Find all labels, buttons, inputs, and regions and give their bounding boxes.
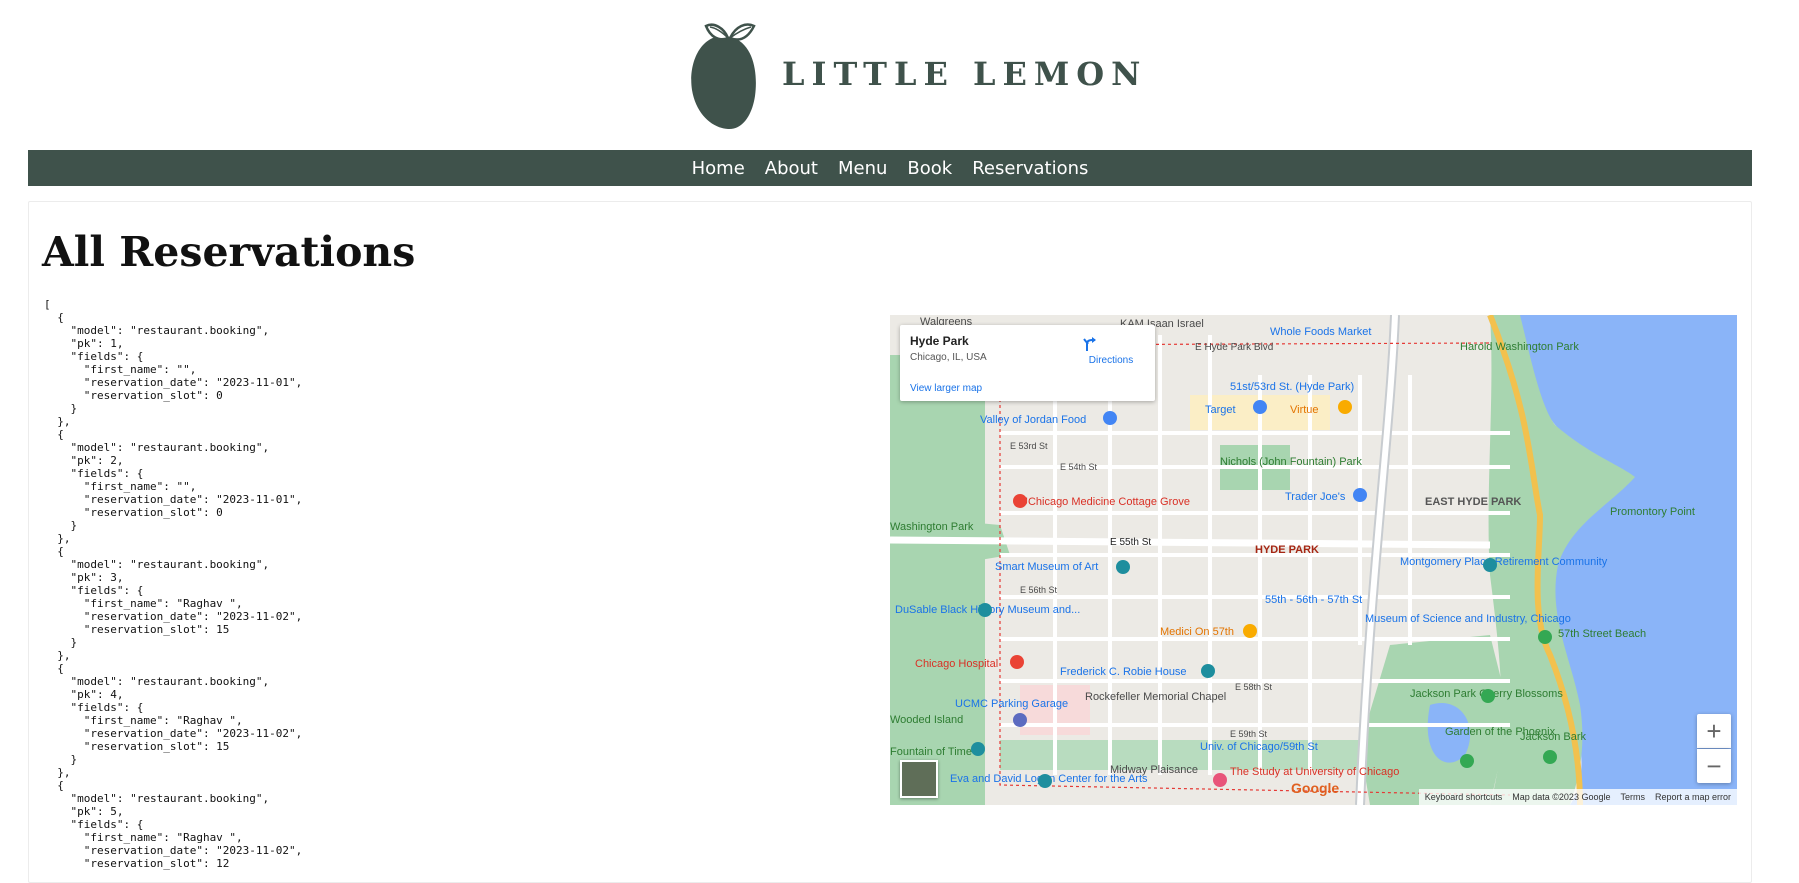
map-label: Univ. of Chicago/59th St <box>1200 741 1318 753</box>
map-label: Jackson Bark <box>1520 731 1587 743</box>
reservations-json: [ { "model": "restaurant.booking", "pk":… <box>44 298 303 870</box>
map-label: E 58th St <box>1235 682 1273 692</box>
map-label: E 56th St <box>1020 585 1058 595</box>
view-larger-map-link[interactable]: View larger map <box>910 383 982 394</box>
map-label: E 53rd St <box>1010 441 1048 451</box>
report-error-link[interactable]: Report a map error <box>1655 792 1731 802</box>
place-subtitle: Chicago, IL, USA <box>910 352 987 363</box>
map-label: The Study at University of Chicago <box>1230 766 1399 778</box>
map-label: Smart Museum of Art <box>995 561 1098 573</box>
map-attribution: Keyboard shortcuts Map data ©2023 Google… <box>1418 789 1737 805</box>
map-label: Wooded Island <box>890 714 963 726</box>
directions-button[interactable]: Directions <box>1081 335 1141 366</box>
map-label: Fountain of Time <box>890 746 972 758</box>
map-label: 57th Street Beach <box>1558 628 1646 640</box>
map-label: 55th - 56th - 57th St <box>1265 594 1362 606</box>
map-label: E 59th St <box>1230 729 1268 739</box>
main-nav: Home About Menu Book Reservations <box>28 150 1752 186</box>
zoom-in-button[interactable]: + <box>1697 714 1731 748</box>
map-label: Target <box>1205 404 1236 416</box>
zoom-out-button[interactable]: − <box>1697 749 1731 783</box>
nav-about[interactable]: About <box>764 158 819 179</box>
keyboard-shortcuts-link[interactable]: Keyboard shortcuts <box>1425 792 1503 802</box>
map-label: Promontory Point <box>1610 506 1695 518</box>
lemon-icon <box>691 23 756 130</box>
google-logo: Google <box>1291 780 1340 796</box>
content-panel: All Reservations [ { "model": "restauran… <box>28 201 1752 883</box>
map-label: Valley of Jordan Food <box>980 414 1086 426</box>
nav-reservations[interactable]: Reservations <box>971 158 1089 179</box>
site-header: LITTLE LEMON <box>0 0 1799 150</box>
map-label: Rockefeller Memorial Chapel <box>1085 691 1226 703</box>
map-label: EAST HYDE PARK <box>1425 496 1521 508</box>
place-title: Hyde Park <box>910 334 969 348</box>
map-label: Washington Park <box>890 521 974 533</box>
map-label: Virtue <box>1290 404 1319 416</box>
map-label: Whole Foods Market <box>1270 326 1371 338</box>
nav-home[interactable]: Home <box>691 158 746 179</box>
directions-icon <box>1083 337 1096 351</box>
map-label: UChicago Medicine Cottage Grove <box>1020 496 1190 508</box>
map-label: 51st/53rd St. (Hyde Park) <box>1230 381 1354 393</box>
map-data-text: Map data ©2023 Google <box>1512 792 1611 802</box>
nav-book[interactable]: Book <box>906 158 953 179</box>
map-label: Harold Washington Park <box>1460 341 1579 353</box>
map-label: HYDE PARK <box>1255 544 1319 556</box>
nav-menu[interactable]: Menu <box>837 158 888 179</box>
page-title: All Reservations <box>42 228 416 276</box>
place-info-card: Hyde Park Chicago, IL, USA View larger m… <box>900 325 1155 401</box>
map-label: Medici On 57th <box>1160 626 1234 638</box>
map-label: Frederick C. Robie House <box>1060 666 1187 678</box>
map-label: E 54th St <box>1060 462 1098 472</box>
map-label: Museum of Science and Industry, Chicago <box>1365 613 1571 625</box>
logo[interactable]: LITTLE LEMON <box>688 16 1147 132</box>
embedded-map[interactable]: Walgreens KAM Isaan Israel E Hyde Park B… <box>890 315 1737 805</box>
brand-name: LITTLE LEMON <box>782 55 1148 93</box>
terms-link[interactable]: Terms <box>1620 792 1645 802</box>
satellite-toggle-thumbnail[interactable] <box>900 760 938 798</box>
map-label: E Hyde Park Blvd <box>1195 342 1273 353</box>
map-label: UCMC Parking Garage <box>955 698 1068 710</box>
map-label: E 55th St <box>1110 537 1151 548</box>
map-label: Chicago Hospital <box>915 658 998 670</box>
map-label: Trader Joe's <box>1285 491 1346 503</box>
directions-label: Directions <box>1088 355 1134 366</box>
map-label: Montgomery Place Retirement Community <box>1400 556 1608 568</box>
map-label: Nichols (John Fountain) Park <box>1220 456 1362 468</box>
